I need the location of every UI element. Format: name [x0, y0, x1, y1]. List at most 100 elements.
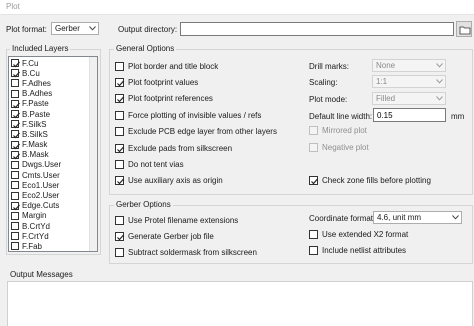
layer-label: B.Mask — [22, 150, 49, 160]
drill-marks-select[interactable]: None — [372, 59, 446, 72]
extended-x2-checkbox[interactable] — [309, 230, 318, 239]
option-row[interactable]: Subtract soldermask from silkscreen — [115, 244, 305, 260]
negative-plot-option[interactable]: Negative plot — [309, 142, 369, 153]
layer-checkbox[interactable] — [11, 99, 20, 109]
layer-item[interactable]: F.Fab — [9, 241, 89, 251]
layer-item[interactable]: B.Adhes — [9, 89, 89, 99]
negative-plot-label: Negative plot — [322, 143, 369, 152]
layer-checkbox[interactable] — [11, 181, 19, 190]
included-layers-title: Included Layers — [10, 44, 71, 53]
layer-checkbox[interactable] — [11, 110, 20, 119]
option-checkbox[interactable] — [115, 215, 124, 225]
checkmark-icon — [117, 80, 124, 87]
option-label: Exclude pads from silkscreen — [128, 143, 233, 153]
plot-mode-select[interactable]: Filled — [372, 92, 446, 105]
layer-label: B.CrtYd — [22, 221, 51, 231]
browse-folder-button[interactable] — [456, 21, 472, 37]
layer-checkbox[interactable] — [11, 79, 19, 88]
option-checkbox[interactable] — [115, 176, 124, 186]
layer-label: F.Cu — [22, 58, 39, 68]
mirrored-plot-option[interactable]: Mirrored plot — [309, 125, 367, 136]
extended-x2-option[interactable]: Use extended X2 format — [309, 229, 408, 240]
option-row[interactable]: Force plotting of invisible values / ref… — [115, 107, 305, 123]
option-label: Plot footprint values — [128, 78, 199, 88]
option-row[interactable]: Use auxiliary axis as origin — [115, 173, 305, 189]
layer-checkbox[interactable] — [11, 140, 20, 149]
option-row[interactable]: Use Protel filename extensions — [115, 212, 305, 228]
option-row[interactable]: Exclude pads from silkscreen — [115, 140, 305, 156]
check-zone-fills-label: Check zone fills before plotting — [322, 176, 431, 185]
option-row[interactable]: Plot footprint references — [115, 91, 305, 107]
layer-checkbox[interactable] — [11, 69, 20, 78]
option-checkbox[interactable] — [115, 247, 124, 257]
mirrored-plot-checkbox[interactable] — [309, 126, 318, 135]
line-width-label: Default line width: — [309, 112, 373, 121]
option-checkbox[interactable] — [115, 61, 124, 71]
option-checkbox[interactable] — [115, 127, 124, 137]
layer-item[interactable]: F.Adhes — [9, 78, 89, 88]
layer-item[interactable]: Eco2.User — [9, 190, 89, 200]
layer-checkbox[interactable] — [11, 59, 20, 68]
checkmark-icon — [117, 179, 124, 185]
option-checkbox[interactable] — [115, 94, 124, 104]
layer-item[interactable]: Dwgs.User — [9, 160, 89, 170]
layer-item[interactable]: F.CrtYd — [9, 231, 89, 241]
negative-plot-checkbox[interactable] — [309, 143, 318, 152]
option-row[interactable]: Exclude PCB edge layer from other layers — [115, 124, 305, 140]
option-label: Subtract soldermask from silkscreen — [128, 247, 257, 257]
layer-item[interactable]: B.Cu — [9, 68, 89, 78]
layer-item[interactable]: F.Paste — [9, 99, 89, 109]
check-zone-fills-checkbox[interactable] — [309, 176, 318, 185]
option-checkbox[interactable] — [115, 143, 124, 153]
checkmark-icon — [13, 112, 20, 119]
layer-item[interactable]: F.Mask — [9, 140, 89, 150]
layer-label: Cmts.User — [22, 170, 60, 180]
coord-format-select[interactable]: 4.6, unit mm — [373, 211, 462, 224]
output-directory-input[interactable] — [180, 22, 454, 36]
scaling-select[interactable]: 1:1 — [372, 75, 446, 88]
option-row[interactable]: Generate Gerber job file — [115, 228, 305, 244]
checkmark-icon — [13, 143, 20, 149]
layer-item[interactable]: F.SilkS — [9, 119, 89, 129]
option-checkbox[interactable] — [115, 160, 124, 170]
layer-checkbox[interactable] — [11, 130, 20, 139]
layer-checkbox[interactable] — [11, 191, 19, 200]
line-width-input[interactable] — [373, 108, 446, 122]
layer-label: Dwgs.User — [22, 160, 62, 170]
output-messages-box[interactable] — [7, 281, 473, 326]
layer-item[interactable]: B.SilkS — [9, 129, 89, 139]
layer-label: F.Adhes — [22, 78, 51, 88]
layer-item[interactable]: Eco1.User — [9, 180, 89, 190]
option-checkbox[interactable] — [115, 110, 124, 120]
layer-item[interactable]: B.Mask — [9, 150, 89, 160]
option-row[interactable]: Plot footprint values — [115, 74, 305, 90]
check-zone-fills-option[interactable]: Check zone fills before plotting — [309, 175, 431, 186]
layer-checkbox[interactable] — [11, 171, 19, 180]
layer-checkbox[interactable] — [11, 89, 19, 98]
layers-scrollbar[interactable] — [89, 57, 97, 251]
layer-item[interactable]: Margin — [9, 211, 89, 221]
option-checkbox[interactable] — [115, 78, 124, 88]
layer-checkbox[interactable] — [11, 211, 19, 220]
option-checkbox[interactable] — [115, 231, 124, 241]
layer-checkbox[interactable] — [11, 222, 19, 231]
layer-item[interactable]: F.Cu — [9, 58, 89, 68]
plot-format-select[interactable]: Gerber — [51, 22, 99, 35]
netlist-attributes-checkbox[interactable] — [309, 246, 318, 255]
layer-item[interactable]: B.Paste — [9, 109, 89, 119]
layer-checkbox[interactable] — [11, 201, 20, 211]
layer-item[interactable]: Cmts.User — [9, 170, 89, 180]
layer-item[interactable]: B.CrtYd — [9, 221, 89, 231]
option-row[interactable]: Do not tent vias — [115, 156, 305, 172]
layer-checkbox[interactable] — [11, 242, 19, 251]
netlist-attributes-option[interactable]: Include netlist attributes — [309, 245, 406, 256]
layer-checkbox[interactable] — [11, 120, 20, 129]
scaling-label: Scaling: — [309, 78, 338, 87]
layer-checkbox[interactable] — [11, 232, 19, 241]
chevron-down-icon — [89, 26, 96, 31]
layer-item[interactable]: Edge.Cuts — [9, 201, 89, 211]
option-row[interactable]: Plot border and title block — [115, 58, 305, 74]
layer-checkbox[interactable] — [11, 150, 20, 160]
layer-checkbox[interactable] — [11, 160, 19, 169]
extended-x2-label: Use extended X2 format — [322, 230, 409, 239]
